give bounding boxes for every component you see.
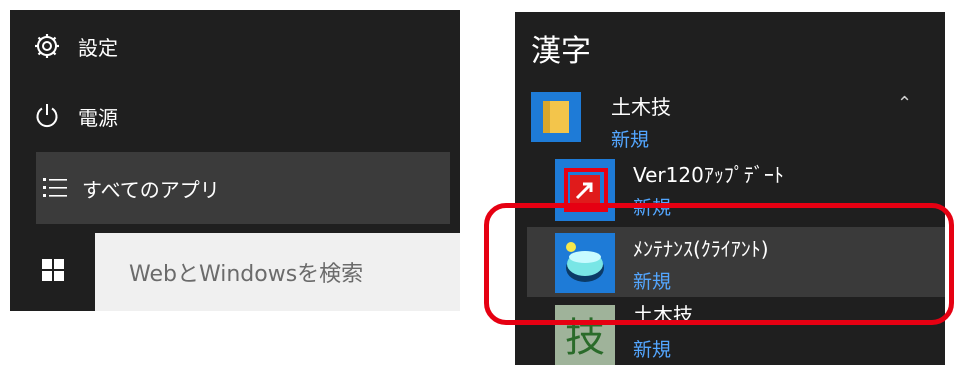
power-icon <box>22 103 72 129</box>
list-icon <box>36 176 76 200</box>
taskbar: WebとWindowsを検索 <box>10 233 460 311</box>
power-label: 電源 <box>78 105 118 130</box>
all-apps-item[interactable]: すべてのアプリ <box>36 152 450 224</box>
settings-item[interactable]: 設定 <box>10 16 460 76</box>
folder-icon <box>531 92 581 142</box>
power-item[interactable]: 電源 <box>10 86 460 146</box>
start-menu-left-panel: 設定 電源 すべてのアプリ <box>10 10 460 233</box>
app-name: Ver120ｱｯﾌﾟﾃﾞｰﾄ <box>633 163 784 187</box>
chevron-up-icon[interactable]: ⌃ <box>897 93 912 114</box>
settings-label: 設定 <box>78 35 118 60</box>
folder-new-badge: 新規 <box>611 129 650 151</box>
all-apps-label: すべてのアプリ <box>82 177 220 202</box>
group-header: 漢字 <box>531 34 591 69</box>
windows-logo-icon <box>41 259 64 285</box>
search-placeholder: WebとWindowsを検索 <box>129 262 364 287</box>
gear-icon <box>22 33 72 59</box>
search-box[interactable]: WebとWindowsを検索 <box>95 233 460 311</box>
folder-name: 土木技 <box>611 95 671 119</box>
app-new-badge: 新規 <box>633 339 672 361</box>
start-button[interactable] <box>10 233 95 311</box>
highlight-box-large <box>484 203 954 325</box>
